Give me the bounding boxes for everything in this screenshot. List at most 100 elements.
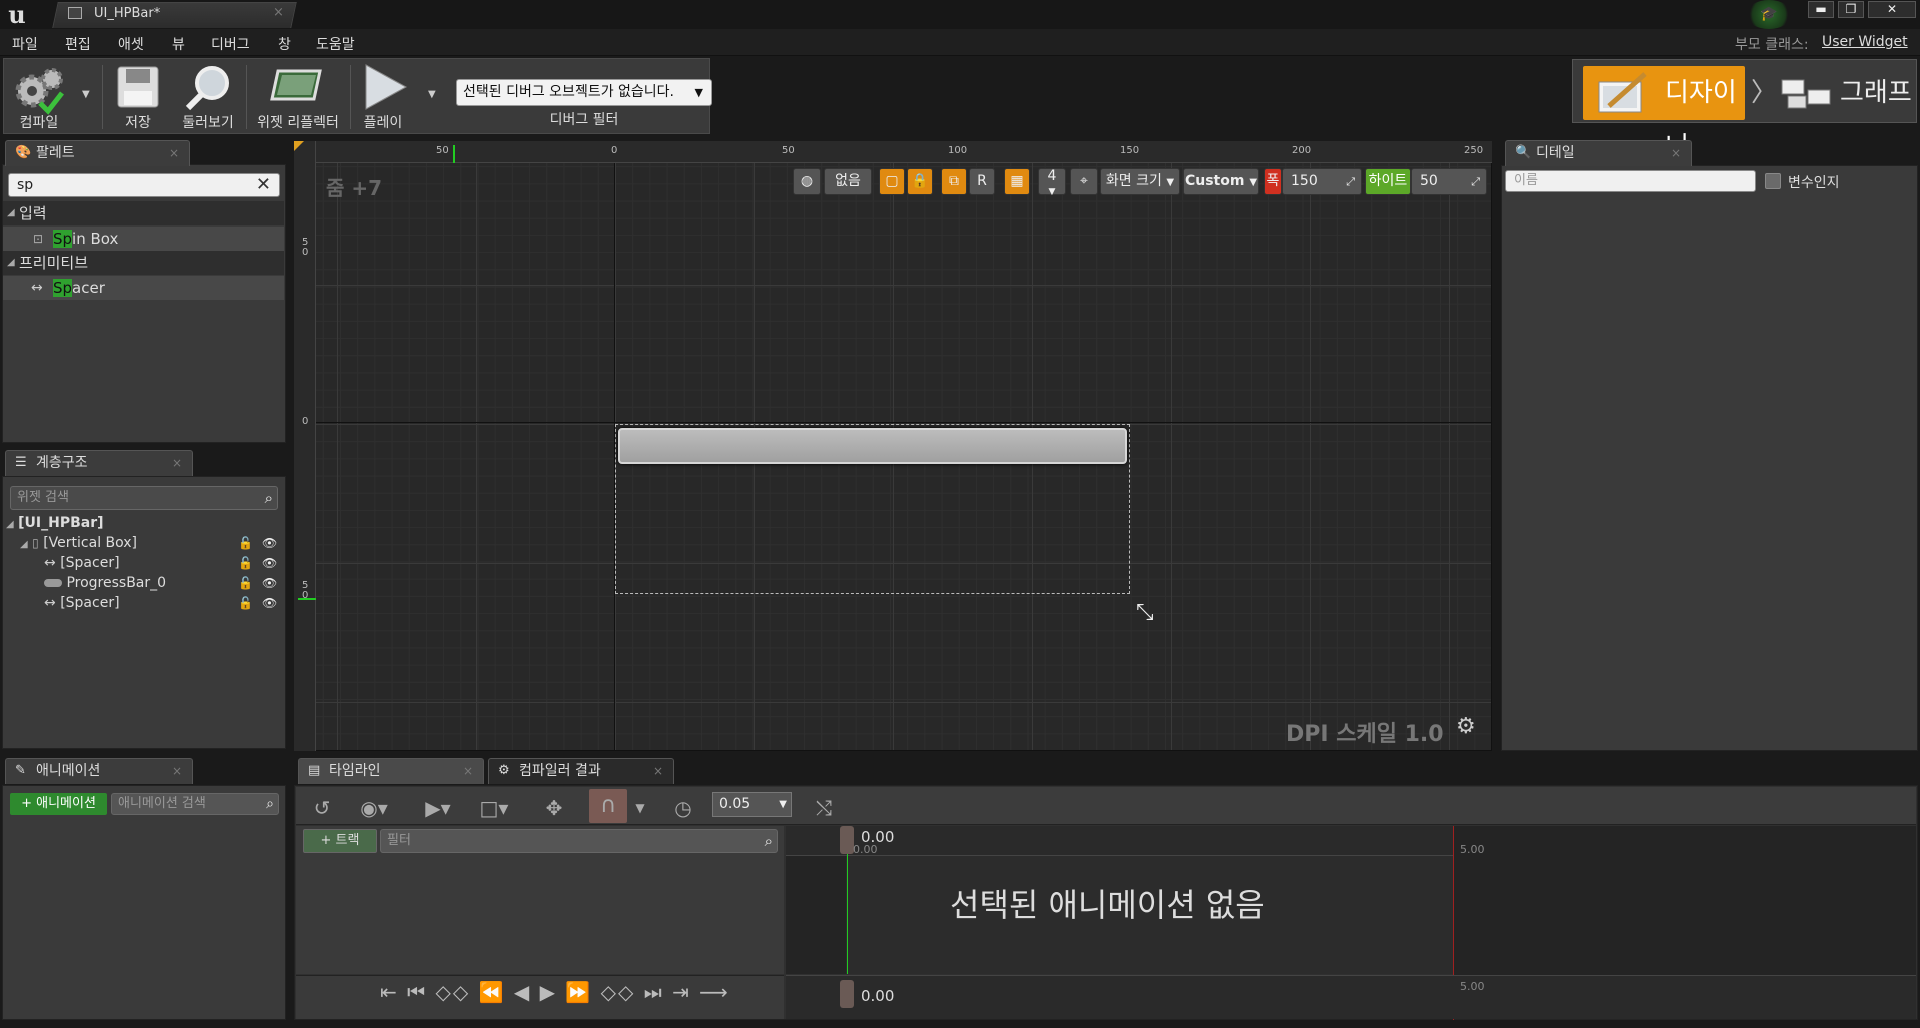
height-input[interactable]: 50 ⤢ bbox=[1411, 168, 1487, 195]
grid-snap-value: 4 bbox=[1047, 168, 1057, 184]
menu-edit[interactable]: 편집 bbox=[65, 34, 91, 54]
visibility-eye-icon[interactable]: 👁 bbox=[262, 556, 277, 570]
close-icon[interactable]: × bbox=[172, 451, 182, 475]
learn-hat-icon[interactable]: 🎓 bbox=[1746, 0, 1792, 29]
snap-interval-select[interactable]: 0.05 ▼ bbox=[712, 792, 792, 817]
mode-switch: 디자이너 〉 그래프 bbox=[1572, 59, 1917, 162]
screen-size-label: 화면 크기 bbox=[1105, 173, 1162, 189]
palette-tab[interactable]: 🎨 팔레트 × bbox=[5, 140, 190, 166]
track-filter-input[interactable]: 필터 ⌕ bbox=[380, 829, 778, 853]
visibility-eye-icon[interactable]: 👁 bbox=[262, 576, 277, 590]
move-arrows-icon[interactable]: ✥ bbox=[538, 793, 570, 823]
menu-file[interactable]: 파일 bbox=[12, 34, 38, 54]
dpi-scale-label: DPI 스케일 1.0 bbox=[1286, 722, 1444, 747]
close-icon[interactable]: × bbox=[463, 759, 473, 783]
parent-class-link[interactable]: User Widget bbox=[1822, 34, 1908, 50]
localization-globe-button[interactable]: ◍ bbox=[793, 168, 821, 195]
close-icon[interactable]: × bbox=[172, 759, 182, 783]
graph-mode-button[interactable]: 그래프 bbox=[1778, 66, 1913, 120]
add-animation-button[interactable]: + 애니메이션 bbox=[10, 793, 107, 815]
lock-toggle-button[interactable]: 🔒 bbox=[907, 168, 933, 195]
search-match-highlight: Sp bbox=[53, 230, 73, 248]
compiler-results-tab[interactable]: ⚙ 컴파일러 결과 × bbox=[488, 758, 674, 784]
time-snap-clock-icon[interactable]: ◷ bbox=[668, 793, 698, 823]
menu-asset[interactable]: 애셋 bbox=[118, 34, 144, 54]
widget-reflector-button[interactable]: 위젯 리플렉터 bbox=[250, 59, 346, 135]
close-window-button[interactable]: ✕ bbox=[1868, 1, 1916, 18]
grid-snap-size-dropdown[interactable]: 4 ▼ bbox=[1038, 168, 1066, 197]
lock-icon[interactable]: 🔓 bbox=[238, 576, 253, 590]
maximize-button[interactable]: ❐ bbox=[1838, 1, 1864, 18]
minimize-button[interactable]: ▬ bbox=[1808, 1, 1834, 18]
lock-icon[interactable]: 🔓 bbox=[238, 536, 253, 550]
close-icon[interactable]: × bbox=[1671, 141, 1681, 165]
designer-mode-button[interactable]: 디자이너 bbox=[1583, 66, 1745, 162]
details-tab[interactable]: 🔍 디테일 × bbox=[1505, 140, 1692, 166]
save-button[interactable]: 저장 bbox=[108, 59, 168, 135]
gear-icon[interactable]: ⚙ bbox=[1456, 714, 1476, 739]
hierarchy-tab[interactable]: ☰ 계층구조 × bbox=[5, 450, 193, 476]
browse-button[interactable]: 둘러보기 bbox=[174, 59, 242, 135]
timeline-tab[interactable]: ▤ 타임라인 × bbox=[298, 758, 484, 784]
menu-help[interactable]: 도움말 bbox=[316, 34, 355, 54]
resize-handle-icon[interactable]: ⤡ bbox=[1136, 600, 1154, 625]
palette-item-spacer[interactable]: ↔ Spacer bbox=[3, 276, 284, 300]
palette-search-value: sp bbox=[17, 177, 34, 193]
widget-name-input[interactable]: 이름 bbox=[1505, 170, 1756, 192]
transform-mode-button[interactable]: ⧉ bbox=[941, 168, 967, 195]
render-transform-toggle[interactable]: R bbox=[969, 168, 995, 195]
compile-dropdown-icon[interactable]: ▼ bbox=[82, 89, 90, 100]
lock-icon[interactable]: 🔓 bbox=[238, 556, 253, 570]
tree-node-spacer[interactable]: ↔ [Spacer] bbox=[44, 593, 120, 613]
add-track-button[interactable]: + 트랙 bbox=[303, 829, 377, 853]
lock-icon[interactable]: 🔓 bbox=[238, 596, 253, 610]
parent-class-label: 부모 클래스: bbox=[1735, 37, 1809, 53]
play-dropdown-icon[interactable]: ▼ bbox=[428, 89, 436, 100]
zoom-to-fit-button[interactable]: ⌖ bbox=[1070, 168, 1098, 195]
curve-editor-icon[interactable]: ⤭ bbox=[808, 793, 840, 823]
compile-button[interactable]: ▼ 컴파일 bbox=[4, 59, 98, 135]
animation-search-input[interactable]: 애니메이션 검색 ⌕ bbox=[111, 793, 279, 815]
transport-buttons-icon[interactable]: ⇤ ⏮ ◇◇ ⏪ ◀ ▶ ⏩ ◇◇ ⏭ ⇥ ⟶ bbox=[380, 980, 730, 1004]
menu-window[interactable]: 창 bbox=[278, 34, 291, 54]
palette-item-spin-box[interactable]: ⊡ Spin Box bbox=[3, 227, 284, 251]
palette-search-input[interactable]: sp ✕ bbox=[8, 173, 280, 197]
is-variable-checkbox[interactable] bbox=[1765, 173, 1781, 189]
key-shape-icon[interactable]: □▾ bbox=[474, 793, 514, 823]
screen-size-dropdown[interactable]: 화면 크기 ▼ bbox=[1100, 168, 1180, 195]
fill-mode-dropdown[interactable]: Custom ▼ bbox=[1183, 168, 1259, 195]
width-input[interactable]: 150 ⤢ bbox=[1282, 168, 1362, 195]
visibility-eye-icon[interactable]: 👁 bbox=[262, 536, 277, 550]
tree-root[interactable]: ◢ [UI_HPBar] bbox=[6, 513, 104, 533]
snap-magnet-icon[interactable]: ∩ bbox=[589, 789, 627, 823]
visibility-eye-icon[interactable]: ◉▾ bbox=[352, 793, 396, 823]
outline-toggle-button[interactable]: ▢ bbox=[879, 168, 905, 195]
play-selection-icon[interactable]: ▶▾ bbox=[418, 793, 458, 823]
palette-category-input[interactable]: ◢ 입력 bbox=[3, 201, 284, 225]
undo-rotate-icon[interactable]: ↺ bbox=[306, 793, 338, 823]
menu-view[interactable]: 뷰 bbox=[172, 34, 185, 54]
visibility-eye-icon[interactable]: 👁 bbox=[262, 596, 277, 610]
close-icon[interactable]: × bbox=[653, 759, 663, 783]
localization-dropdown[interactable]: 없음 bbox=[824, 168, 872, 195]
playhead-handle[interactable] bbox=[840, 826, 854, 854]
spacer-arrows-icon: ↔ bbox=[44, 555, 56, 571]
tree-node-vertical-box[interactable]: ◢ ▯ [Vertical Box] bbox=[20, 533, 137, 553]
progress-bar-preview[interactable] bbox=[618, 428, 1127, 464]
animations-tab[interactable]: ✎ 애니메이션 × bbox=[5, 758, 193, 784]
close-icon[interactable]: × bbox=[169, 141, 179, 165]
document-tab-close-icon[interactable]: × bbox=[273, 5, 284, 20]
menu-debug[interactable]: 디버그 bbox=[211, 34, 250, 54]
tree-node-spacer[interactable]: ↔ [Spacer] bbox=[44, 553, 120, 573]
debug-object-select[interactable]: 선택된 디버그 오브젝트가 없습니다. ▼ bbox=[456, 79, 712, 106]
tree-node-progress-bar[interactable]: ProgressBar_0 bbox=[44, 573, 166, 593]
bottom-playhead-handle[interactable] bbox=[840, 980, 854, 1008]
chevron-down-icon[interactable]: ▼ bbox=[630, 793, 650, 823]
widget-search-input[interactable]: 위젯 검색 ⌕ bbox=[10, 486, 278, 510]
palette-category-primitive[interactable]: ◢ 프리미티브 bbox=[3, 251, 284, 275]
clear-search-icon[interactable]: ✕ bbox=[256, 174, 271, 196]
widget-reflector-label: 위젯 리플렉터 bbox=[257, 115, 339, 131]
document-tab[interactable] bbox=[52, 2, 297, 28]
grid-snap-toggle[interactable]: ▦ bbox=[1004, 168, 1030, 195]
play-button[interactable]: ▼ 플레이 bbox=[354, 59, 442, 135]
